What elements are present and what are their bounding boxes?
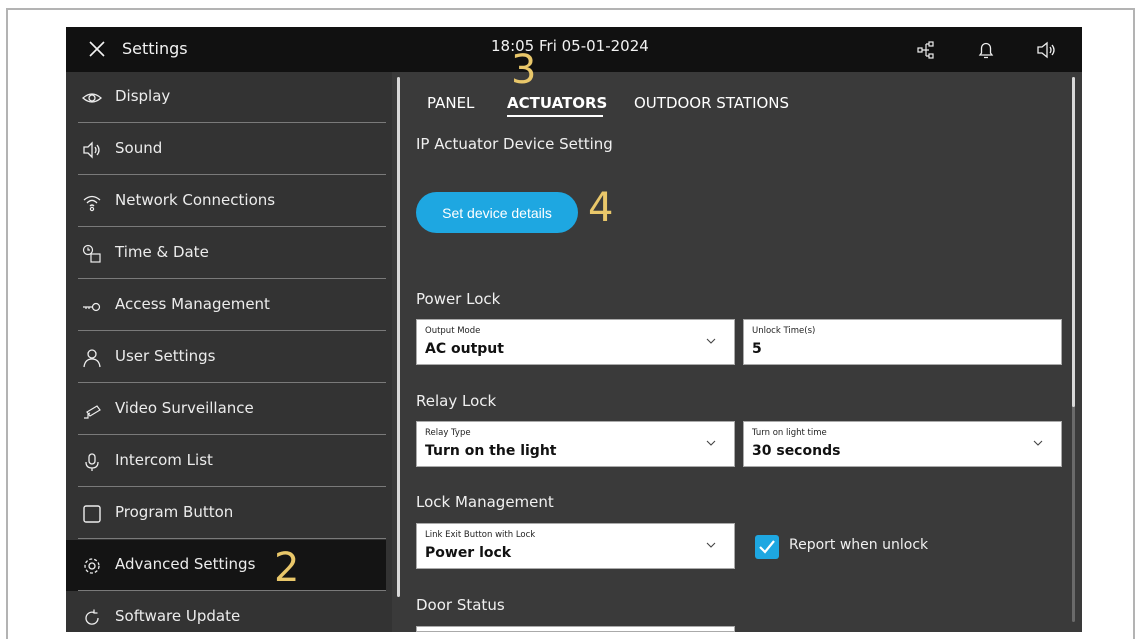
sidebar-item-intercom-list[interactable]: Intercom List [66,436,386,487]
field-label: Link Exit Button with Lock [425,530,536,540]
sidebar-item-label: Software Update [115,607,241,625]
sidebar-item-label: Program Button [115,503,234,521]
sidebar-item-user-settings[interactable]: User Settings [66,332,386,383]
sidebar-item-time-date[interactable]: Time & Date [66,228,386,279]
tab-panel[interactable]: PANEL [427,94,474,112]
top-bar: Settings 18:05 Fri 05-01-2024 [66,27,1082,72]
key-icon [83,302,101,312]
divider [78,590,386,591]
field-label: Unlock Time(s) [752,326,816,336]
wifi-icon [83,195,101,212]
content-scrollbar[interactable] [1072,77,1075,622]
sidebar-item-access-management[interactable]: Access Management [66,280,386,331]
camera-icon [84,405,101,419]
chevron-down-icon [706,440,716,446]
gear-icon [84,558,100,574]
checkmark-icon [759,540,775,554]
unlock-time-field[interactable]: Unlock Time(s) 5 [743,319,1062,365]
active-tab-indicator [507,115,603,117]
chevron-down-icon [706,542,716,548]
eye-icon [82,93,102,103]
divider [78,330,386,331]
divider [78,434,386,435]
settings-sidebar: Display Sound Network Connections Time &… [66,72,392,632]
section-heading-door-status: Door Status [416,596,505,614]
sidebar-item-software-update[interactable]: Software Update [66,592,386,632]
sidebar-item-label: Access Management [115,295,270,313]
sidebar-item-label: Time & Date [115,243,209,261]
network-topology-icon[interactable] [916,39,938,61]
bell-icon[interactable] [975,39,997,61]
sidebar-item-label: Sound [115,139,163,157]
sidebar-item-label: Advanced Settings [115,555,256,573]
sidebar-item-label: Network Connections [115,191,276,209]
chevron-down-icon [1033,440,1043,446]
field-value: 5 [752,341,762,357]
field-value: Power lock [425,545,512,561]
sidebar-scrollbar[interactable] [397,77,400,597]
field-label: Output Mode [425,326,481,336]
close-icon[interactable] [88,40,106,58]
divider [78,538,386,539]
set-device-details-button[interactable]: Set device details [416,192,578,233]
refresh-icon [85,609,99,625]
page-title: Settings [122,39,188,58]
callout-number: 2 [274,545,300,591]
sidebar-item-sound[interactable]: Sound [66,124,386,175]
output-mode-select[interactable]: Output Mode AC output [416,319,735,365]
link-exit-button-select[interactable]: Link Exit Button with Lock Power lock [416,523,735,569]
chevron-down-icon [706,338,716,344]
report-when-unlock-checkbox[interactable] [755,535,779,559]
divider [78,122,386,123]
field-label: Relay Type [425,428,471,438]
sidebar-item-program-button[interactable]: Program Button [66,488,386,539]
divider [78,226,386,227]
field-value: AC output [425,341,504,357]
microphone-icon [85,453,99,471]
section-heading-ip-actuator: IP Actuator Device Setting [416,135,613,153]
speaker-icon [83,141,100,159]
field-label: Turn on light time [752,428,827,438]
divider [78,278,386,279]
tab-actuators[interactable]: ACTUATORS [507,94,607,112]
section-heading-lock-management: Lock Management [416,493,554,511]
scrollbar-thumb[interactable] [1072,77,1075,407]
sidebar-item-video-surveillance[interactable]: Video Surveillance [66,384,386,435]
section-heading-relay-lock: Relay Lock [416,392,497,410]
user-icon [83,349,101,368]
sidebar-item-label: Video Surveillance [115,399,254,417]
report-when-unlock-label: Report when unlock [789,537,929,553]
square-icon [83,505,101,523]
sidebar-item-advanced-settings[interactable]: Advanced Settings [66,540,386,591]
sidebar-item-display[interactable]: Display [66,72,386,123]
divider [78,174,386,175]
speaker-icon[interactable] [1035,39,1057,61]
clock-calendar-icon [82,244,101,263]
door-status-field[interactable] [416,626,735,632]
divider [78,382,386,383]
tab-outdoor-stations[interactable]: OUTDOOR STATIONS [634,94,789,112]
section-heading-power-lock: Power Lock [416,290,501,308]
callout-number: 3 [511,47,537,93]
field-value: 30 seconds [752,443,841,459]
sidebar-item-label: Display [115,87,171,105]
sidebar-item-label: Intercom List [115,451,213,469]
sidebar-item-network[interactable]: Network Connections [66,176,386,227]
field-value: Turn on the light [425,443,557,459]
sidebar-item-label: User Settings [115,347,216,365]
callout-number: 4 [588,185,614,231]
divider [78,486,386,487]
light-time-select[interactable]: Turn on light time 30 seconds [743,421,1062,467]
relay-type-select[interactable]: Relay Type Turn on the light [416,421,735,467]
